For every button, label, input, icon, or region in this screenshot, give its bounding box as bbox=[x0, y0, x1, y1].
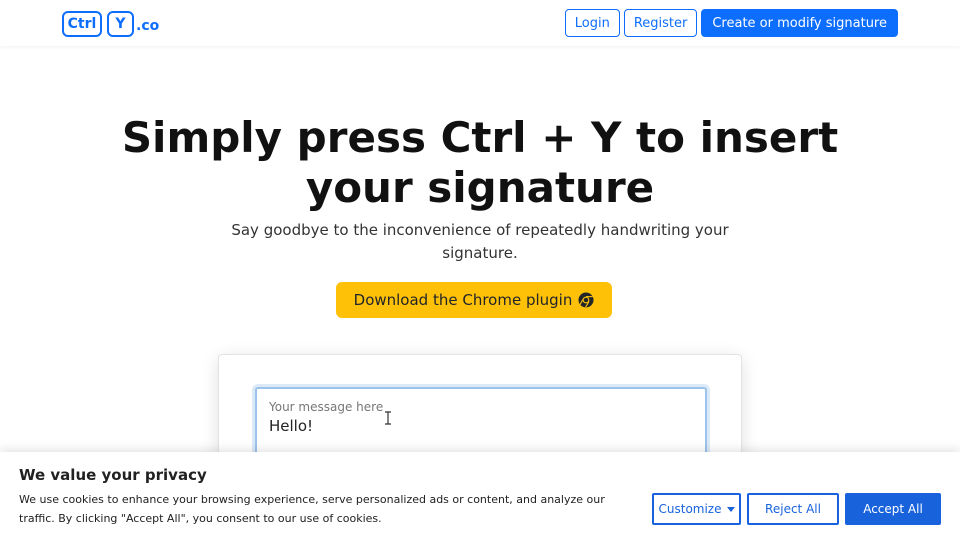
logo-tld: .co bbox=[136, 18, 160, 34]
logo-ctrl-key: Ctrl bbox=[62, 10, 102, 37]
hero-title-line2: your signature bbox=[305, 163, 655, 212]
cookie-actions: Customize Reject All Accept All bbox=[652, 493, 941, 525]
navbar: Ctrl Y .co Login Register Create or modi… bbox=[0, 0, 960, 46]
cookie-accept-all-button[interactable]: Accept All bbox=[845, 493, 941, 525]
hero-subtitle: Say goodbye to the inconvenience of repe… bbox=[220, 219, 740, 265]
download-button-label: Download the Chrome plugin bbox=[353, 291, 573, 309]
cookie-description: We use cookies to enhance your browsing … bbox=[19, 493, 605, 525]
chrome-icon bbox=[578, 292, 594, 308]
caret-down-icon bbox=[726, 506, 735, 512]
cookie-customize-label: Customize bbox=[658, 502, 722, 516]
message-placeholder: Your message here bbox=[269, 400, 384, 414]
create-signature-button[interactable]: Create or modify signature bbox=[701, 9, 898, 37]
text-cursor-icon bbox=[385, 411, 391, 425]
register-button[interactable]: Register bbox=[623, 9, 698, 37]
hero-subtitle-line2: signature. bbox=[442, 244, 518, 262]
cookie-consent-banner: We value your privacy We use cookies to … bbox=[0, 452, 960, 540]
message-text: Hello! bbox=[269, 417, 314, 435]
download-chrome-plugin-button[interactable]: Download the Chrome plugin bbox=[336, 282, 612, 318]
cookie-reject-all-button[interactable]: Reject All bbox=[747, 493, 839, 525]
hero-title-line1: Simply press Ctrl + Y to insert bbox=[121, 113, 839, 162]
hero-title: Simply press Ctrl + Y to insert your sig… bbox=[80, 113, 880, 213]
hero-subtitle-line1: Say goodbye to the inconvenience of repe… bbox=[231, 221, 729, 239]
site-logo[interactable]: Ctrl Y .co bbox=[62, 10, 159, 37]
logo-y-key: Y bbox=[107, 10, 134, 37]
nav-actions: Login Register Create or modify signatur… bbox=[564, 9, 898, 37]
cookie-title: We value your privacy bbox=[19, 466, 207, 484]
login-button[interactable]: Login bbox=[564, 9, 620, 37]
cookie-customize-button[interactable]: Customize bbox=[652, 493, 741, 525]
